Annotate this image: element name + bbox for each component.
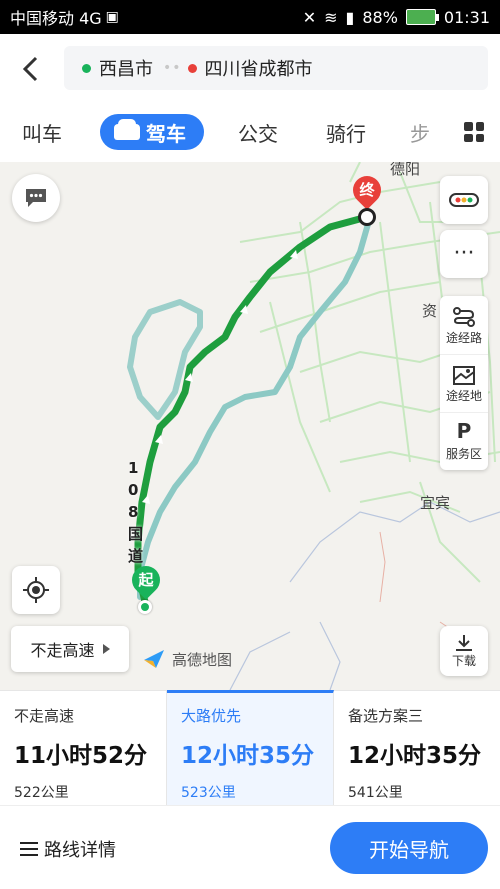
battery-icon: [405, 9, 439, 25]
destination-pin-icon: [358, 208, 376, 226]
route-details-label: 路线详情: [44, 840, 116, 861]
avoid-highway-label: 不走高速: [30, 641, 95, 660]
route-option-2[interactable]: 大路优先 12小时35分 523公里: [167, 690, 334, 805]
traffic-toggle-button[interactable]: [440, 176, 488, 224]
origin-marker-label: 起: [138, 571, 154, 589]
tab-bus-label: 公交: [238, 121, 278, 146]
destination-label: 四川省成都市: [204, 59, 313, 80]
tab-walk-label: 步: [410, 121, 430, 146]
origin-pin-icon: [138, 600, 152, 614]
route-option-label: 备选方案三: [348, 707, 424, 725]
route-option-1[interactable]: 不走高速 11小时52分 522公里: [0, 690, 167, 805]
route-option-3[interactable]: 备选方案三 12小时35分 541公里: [334, 690, 500, 805]
avoid-highway-button[interactable]: 不走高速: [11, 626, 129, 672]
amap-logo-icon: [144, 650, 164, 668]
map-pin-icon: [453, 366, 475, 385]
tab-walk[interactable]: 步: [410, 114, 430, 150]
route-details-button[interactable]: 路线详情: [20, 836, 116, 862]
destination-marker[interactable]: 终: [347, 170, 387, 228]
origin-label: 西昌市: [99, 59, 153, 80]
tab-bus[interactable]: 公交: [238, 114, 278, 150]
map-canvas: [127, 162, 500, 690]
service-area-label: 服务区: [445, 447, 482, 461]
origin-dot-icon: [82, 63, 91, 73]
waypoint-route-button[interactable]: 途经路: [440, 296, 488, 354]
bottom-bar: 路线详情 开始导航: [0, 805, 500, 889]
chevron-left-icon: [22, 56, 38, 82]
start-navigation-label: 开始导航: [369, 837, 449, 862]
route-option-distance: 523公里: [181, 785, 236, 801]
start-navigation-button[interactable]: 开始导航: [330, 822, 488, 874]
route-option-label: 大路优先: [181, 707, 242, 725]
route-option-time: 11小时52分: [14, 743, 148, 769]
map-label-deyang: 德阳: [390, 162, 421, 178]
clock: 01:31: [443, 7, 490, 27]
list-icon: [20, 842, 38, 856]
more-dots-icon: ···: [453, 241, 475, 266]
tab-taxi[interactable]: 叫车: [22, 114, 62, 150]
battery-percent: 88%: [362, 7, 398, 27]
download-label: 下载: [451, 653, 476, 668]
carrier-label: 中国移动 4G: [10, 9, 102, 28]
back-button[interactable]: [14, 52, 48, 86]
tab-bike[interactable]: 骑行: [326, 114, 366, 150]
map-label-yibin: 宜宾: [420, 494, 451, 512]
parking-icon: P: [456, 419, 472, 443]
waypoint-route-icon: [453, 306, 475, 327]
destination-marker-label: 终: [359, 181, 375, 199]
amap-logo-text: 高德地图: [172, 650, 233, 669]
wifi-icon: ≋: [324, 7, 338, 27]
traffic-light-icon: [449, 193, 479, 207]
amap-logo: 高德地图: [142, 648, 232, 670]
route-option-time: 12小时35分: [348, 743, 482, 769]
route-options: 不走高速 11小时52分 522公里 大路优先 12小时35分 523公里 备选…: [0, 690, 500, 805]
waypoint-place-label: 途经地: [445, 389, 482, 403]
status-bar: 中国移动 4G ▣ ✕ ≋ ▮ 88% 01:31: [0, 0, 500, 34]
play-arrow-icon: [102, 644, 110, 654]
download-icon: [456, 634, 472, 651]
download-button[interactable]: 下载: [440, 626, 488, 676]
car-icon: [114, 119, 140, 140]
tab-drive[interactable]: 驾车: [100, 114, 204, 150]
destination-dot-icon: [187, 63, 197, 73]
map-view[interactable]: 德阳 资 宜宾 108国道 终 起 ··· 途经路 途经地 P 服务区 不走高速…: [0, 162, 500, 690]
more-options-button[interactable]: ···: [440, 230, 488, 278]
image-icon: ▣: [105, 9, 119, 25]
route-option-distance: 541公里: [348, 785, 403, 801]
tab-drive-label: 驾车: [146, 121, 186, 146]
service-area-button[interactable]: P 服务区: [440, 412, 488, 470]
map-label-zi: 资: [422, 302, 438, 320]
route-option-distance: 522公里: [14, 785, 69, 801]
mute-icon: ✕: [302, 7, 317, 27]
tab-taxi-label: 叫车: [22, 121, 62, 146]
route-option-label: 不走高速: [14, 707, 75, 725]
feedback-button[interactable]: [12, 174, 60, 222]
route-header: 西昌市 •• 四川省成都市: [0, 34, 500, 102]
origin-marker[interactable]: 起: [126, 560, 166, 620]
travel-mode-tabs: 叫车 驾车 公交 骑行 步: [0, 102, 500, 162]
signal-icon: ▮: [345, 7, 355, 27]
crosshair-icon: [23, 577, 49, 603]
more-modes-grid-icon[interactable]: [464, 122, 484, 142]
route-separator-icon: ••: [163, 60, 182, 76]
route-option-time: 12小时35分: [181, 743, 315, 769]
locate-button[interactable]: [12, 566, 60, 614]
route-tools-panel: 途经路 途经地 P 服务区: [440, 296, 488, 470]
waypoint-place-button[interactable]: 途经地: [440, 354, 488, 412]
waypoint-route-label: 途经路: [445, 330, 482, 345]
tab-bike-label: 骑行: [326, 121, 366, 146]
route-summary[interactable]: 西昌市 •• 四川省成都市: [64, 46, 488, 90]
chat-bubble-icon: [26, 189, 46, 207]
map-label-road-108: 108国道: [128, 459, 144, 565]
